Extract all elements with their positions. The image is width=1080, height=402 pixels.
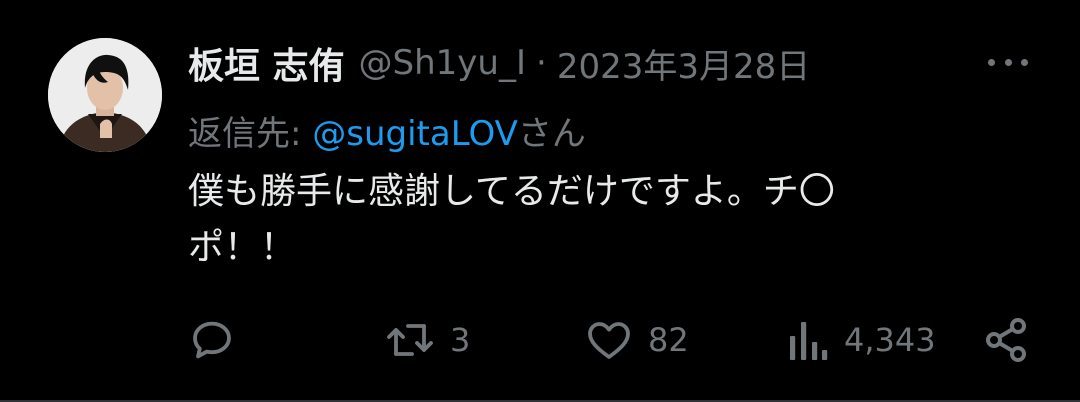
reply-to-handle[interactable]: @sugitaLOV (312, 114, 518, 154)
author-display-name[interactable]: 板垣 志侑 (188, 37, 345, 89)
like-count: 82 (648, 321, 689, 359)
retweet-count: 3 (450, 321, 471, 359)
heart-icon (584, 316, 634, 364)
tweet-header: 板垣 志侑 @Sh1yu_I · 2023年3月28日 (188, 38, 810, 88)
more-dot (988, 58, 995, 66)
reply-to-suffix: さん (517, 114, 586, 154)
like-button[interactable]: 82 (584, 310, 689, 370)
tweet-text: 僕も勝手に感謝してるだけですよ。チ〇 ポ！！ (188, 164, 968, 276)
reply-button[interactable] (188, 310, 250, 370)
more-dots-icon[interactable] (988, 52, 1028, 72)
avatar[interactable] (48, 38, 162, 152)
reply-to-line: 返信先: @sugitaLOVさん (188, 106, 586, 155)
reply-to-label: 返信先: (188, 114, 313, 154)
more-dot (1021, 58, 1028, 66)
share-button[interactable] (982, 310, 1030, 370)
share-icon (982, 316, 1030, 364)
views-button[interactable]: 4,343 (786, 310, 936, 370)
tweet-text-line: ポ！！ (188, 227, 297, 268)
separator-dot: · (536, 43, 547, 83)
bar-chart-icon (786, 316, 830, 364)
views-count: 4,343 (844, 321, 936, 359)
tweet-text-line: 僕も勝手に感謝してるだけですよ。チ〇 (188, 171, 835, 212)
tweet-date[interactable]: 2023年3月28日 (557, 39, 810, 88)
retweet-icon (384, 316, 436, 364)
avatar-image (48, 38, 162, 152)
retweet-button[interactable]: 3 (384, 310, 470, 370)
tweet[interactable]: 板垣 志侑 @Sh1yu_I · 2023年3月28日 返信先: @sugita… (0, 0, 1080, 402)
action-bar: 3 82 4,343 (0, 310, 1080, 370)
more-dot (1004, 58, 1012, 66)
author-handle[interactable]: @Sh1yu_I (359, 43, 526, 83)
reply-bubble-icon (188, 316, 236, 364)
